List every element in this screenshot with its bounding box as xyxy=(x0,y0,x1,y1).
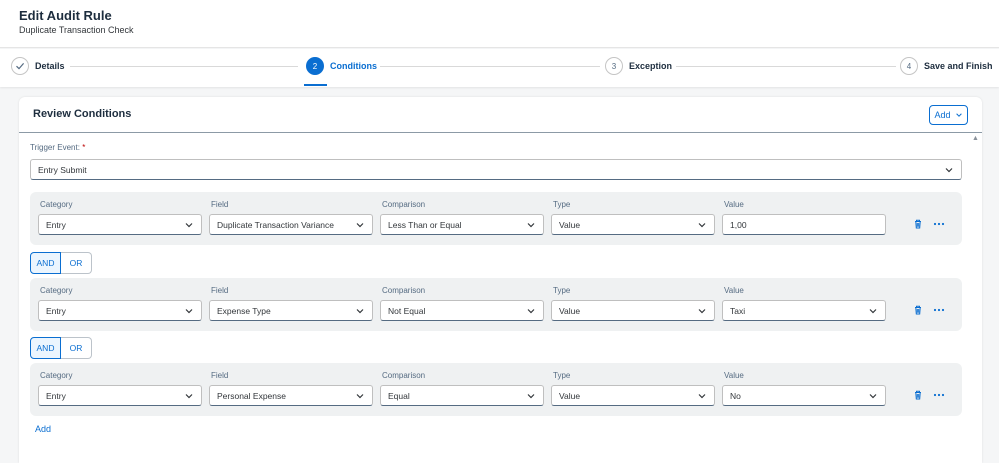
wizard-steps: Details 2 Conditions 3 Exception 4 Save … xyxy=(0,49,999,87)
comparison-select[interactable]: Less Than or Equal xyxy=(380,214,544,235)
step-number: 2 xyxy=(306,57,324,75)
or-button[interactable]: OR xyxy=(61,252,92,274)
page-subtitle: Duplicate Transaction Check xyxy=(19,25,134,35)
step-details[interactable]: Details xyxy=(11,57,65,75)
comparison-select[interactable]: Equal xyxy=(380,385,544,406)
step-connector xyxy=(380,66,600,67)
step-label: Save and Finish xyxy=(924,61,993,71)
field-label: Field xyxy=(211,371,229,380)
chevron-down-icon xyxy=(356,394,364,399)
step-label: Conditions xyxy=(330,61,377,71)
and-button[interactable]: AND xyxy=(30,252,61,274)
delete-icon[interactable] xyxy=(912,304,924,316)
chevron-down-icon xyxy=(185,223,193,228)
page-title: Edit Audit Rule xyxy=(19,8,112,23)
chevron-down-icon xyxy=(698,394,706,399)
step-label: Exception xyxy=(629,61,673,71)
chevron-down-icon xyxy=(185,394,193,399)
active-step-indicator xyxy=(304,84,327,86)
field-label: Field xyxy=(211,200,229,209)
comparison-select[interactable]: Not Equal xyxy=(380,300,544,321)
step-conditions[interactable]: 2 Conditions xyxy=(306,57,377,75)
field-select[interactable]: Personal Expense xyxy=(209,385,373,406)
step-connector xyxy=(676,66,896,67)
more-options-icon[interactable] xyxy=(933,389,945,401)
trigger-event-select[interactable]: Entry Submit xyxy=(30,159,962,180)
value-select[interactable]: Taxi xyxy=(722,300,886,321)
category-select[interactable]: Entry xyxy=(38,300,202,321)
comparison-label: Comparison xyxy=(382,200,426,209)
chevron-down-icon xyxy=(955,113,962,117)
field-label: Field xyxy=(211,286,229,295)
value-input[interactable]: 1,00 xyxy=(722,214,886,235)
category-select[interactable]: Entry xyxy=(38,385,202,406)
type-select[interactable]: Value xyxy=(551,385,715,406)
required-marker: * xyxy=(82,143,86,152)
type-label: Type xyxy=(553,371,571,380)
chevron-down-icon xyxy=(356,309,364,314)
category-label: Category xyxy=(40,200,73,209)
step-label: Details xyxy=(35,61,65,71)
chevron-down-icon xyxy=(945,168,953,173)
comparison-label: Comparison xyxy=(382,371,426,380)
add-menu-button[interactable]: Add xyxy=(929,105,968,125)
more-options-icon[interactable] xyxy=(933,304,945,316)
category-label: Category xyxy=(40,286,73,295)
page-header: Edit Audit Rule Duplicate Transaction Ch… xyxy=(0,0,999,48)
chevron-down-icon xyxy=(527,223,535,228)
type-select[interactable]: Value xyxy=(551,214,715,235)
chevron-down-icon xyxy=(356,223,364,228)
condition-row: Category Field Comparison Type Value Ent… xyxy=(30,363,962,416)
type-label: Type xyxy=(553,286,571,295)
category-select[interactable]: Entry xyxy=(38,214,202,235)
category-label: Category xyxy=(40,371,73,380)
or-button[interactable]: OR xyxy=(61,337,92,359)
delete-icon[interactable] xyxy=(912,389,924,401)
chevron-down-icon xyxy=(869,394,877,399)
chevron-down-icon xyxy=(185,309,193,314)
value-label: Value xyxy=(724,286,744,295)
and-button[interactable]: AND xyxy=(30,337,61,359)
value-select[interactable]: No xyxy=(722,385,886,406)
value-label: Value xyxy=(724,200,744,209)
step-connector xyxy=(70,66,298,67)
more-options-icon[interactable] xyxy=(933,218,945,230)
scroll-up-icon[interactable]: ▲ xyxy=(972,135,979,142)
card-title: Review Conditions xyxy=(33,108,132,120)
type-select[interactable]: Value xyxy=(551,300,715,321)
logic-toggle: AND OR xyxy=(30,252,92,274)
card-header: Review Conditions Add xyxy=(19,97,982,133)
chevron-down-icon xyxy=(698,223,706,228)
chevron-down-icon xyxy=(869,309,877,314)
chevron-down-icon xyxy=(527,309,535,314)
type-label: Type xyxy=(553,200,571,209)
logic-toggle: AND OR xyxy=(30,337,92,359)
review-conditions-card: Review Conditions Add ▲ Trigger Event: *… xyxy=(19,97,982,463)
condition-row: Category Field Comparison Type Value Ent… xyxy=(30,278,962,331)
check-icon xyxy=(11,57,29,75)
add-condition-link[interactable]: Add xyxy=(35,424,51,434)
condition-row: Category Field Comparison Type Value Ent… xyxy=(30,192,962,245)
trigger-event-label: Trigger Event: * xyxy=(30,143,86,152)
value-label: Value xyxy=(724,371,744,380)
step-exception[interactable]: 3 Exception xyxy=(605,57,672,75)
comparison-label: Comparison xyxy=(382,286,426,295)
field-select[interactable]: Duplicate Transaction Variance xyxy=(209,214,373,235)
delete-icon[interactable] xyxy=(912,218,924,230)
step-save-and-finish[interactable]: 4 Save and Finish xyxy=(900,57,993,75)
chevron-down-icon xyxy=(527,394,535,399)
add-button-label: Add xyxy=(934,110,951,120)
step-number: 4 xyxy=(900,57,918,75)
step-number: 3 xyxy=(605,57,623,75)
field-select[interactable]: Expense Type xyxy=(209,300,373,321)
chevron-down-icon xyxy=(698,309,706,314)
